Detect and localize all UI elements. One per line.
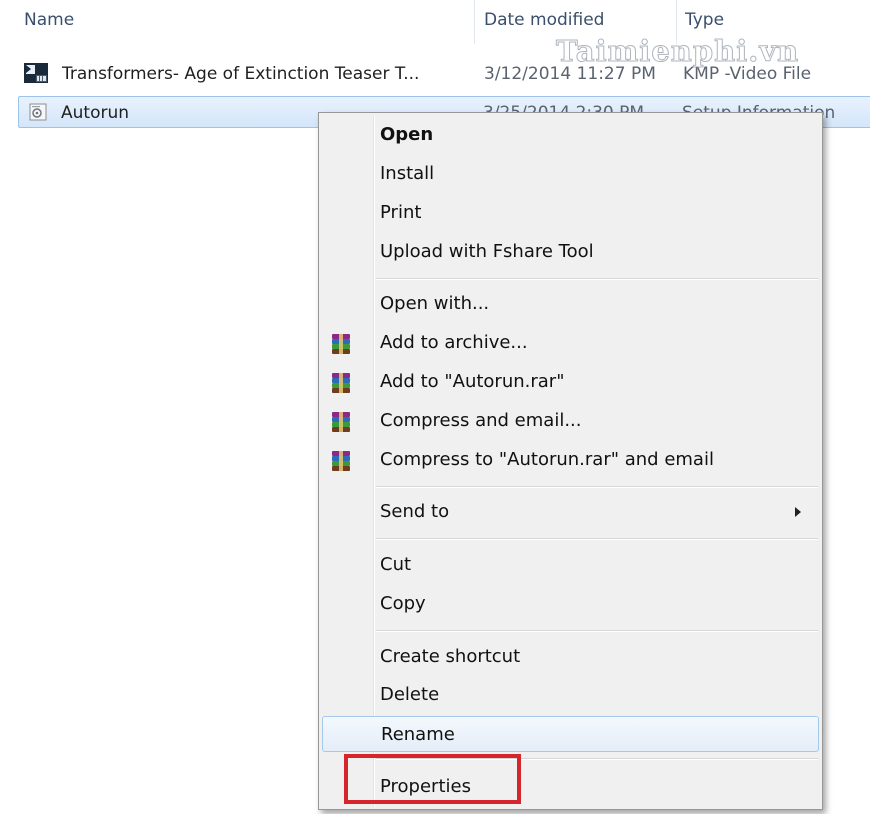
column-header-name[interactable]: Name <box>24 10 74 30</box>
file-name: Autorun <box>61 103 130 123</box>
column-header-date-modified[interactable]: Date modified <box>484 10 604 30</box>
menu-item-add-to-archive[interactable]: Add to archive... <box>322 325 819 361</box>
menu-item-copy[interactable]: Copy <box>322 586 819 622</box>
menu-item-compress-and-email[interactable]: Compress and email... <box>322 403 819 439</box>
menu-item-label: Print <box>380 202 422 223</box>
kmp-video-icon <box>24 63 48 83</box>
menu-separator <box>376 278 818 280</box>
menu-item-label: Upload with Fshare Tool <box>380 241 594 262</box>
menu-separator <box>376 538 818 540</box>
menu-item-label: Compress to "Autorun.rar" and email <box>380 449 714 470</box>
winrar-icon <box>332 373 350 393</box>
winrar-icon <box>332 451 350 471</box>
column-header-type[interactable]: Type <box>685 10 724 30</box>
menu-item-label: Rename <box>381 724 455 745</box>
menu-item-label: Install <box>380 163 435 184</box>
menu-item-label: Create shortcut <box>380 646 521 667</box>
submenu-arrow-icon <box>795 507 801 517</box>
context-menu: Open Install Print Upload with Fshare To… <box>318 112 823 810</box>
winrar-icon <box>332 334 350 354</box>
file-name: Transformers- Age of Extinction Teaser T… <box>62 64 420 84</box>
menu-item-label: Copy <box>380 593 426 614</box>
menu-item-send-to[interactable]: Send to <box>322 494 819 530</box>
menu-item-label: Open with... <box>380 293 490 314</box>
winrar-icon <box>332 412 350 432</box>
menu-item-rename[interactable]: Rename <box>322 716 819 752</box>
menu-item-compress-to-rar-and-email[interactable]: Compress to "Autorun.rar" and email <box>322 442 819 478</box>
menu-item-cut[interactable]: Cut <box>322 547 819 583</box>
setup-info-icon <box>29 103 47 121</box>
menu-separator <box>376 486 818 488</box>
menu-separator <box>376 630 818 632</box>
menu-item-label: Open <box>380 124 434 145</box>
menu-item-print[interactable]: Print <box>322 195 819 231</box>
column-divider[interactable] <box>474 0 475 44</box>
explorer-window: Name Date modified Type Transformers- Ag… <box>0 0 870 814</box>
menu-item-add-to-autorun-rar[interactable]: Add to "Autorun.rar" <box>322 364 819 400</box>
menu-item-label: Send to <box>380 501 450 522</box>
menu-item-label: Cut <box>380 554 412 575</box>
menu-item-label: Add to "Autorun.rar" <box>380 371 565 392</box>
menu-item-delete[interactable]: Delete <box>322 677 819 713</box>
menu-item-open[interactable]: Open <box>322 117 819 153</box>
properties-highlight-box <box>344 754 521 804</box>
menu-item-open-with[interactable]: Open with... <box>322 286 819 322</box>
menu-item-install[interactable]: Install <box>322 156 819 192</box>
menu-item-label: Compress and email... <box>380 410 582 431</box>
menu-item-label: Delete <box>380 684 440 705</box>
menu-item-upload-fshare[interactable]: Upload with Fshare Tool <box>322 234 819 270</box>
menu-item-label: Add to archive... <box>380 332 528 353</box>
menu-item-create-shortcut[interactable]: Create shortcut <box>322 639 819 675</box>
watermark: Taimienphi.vn <box>555 34 800 69</box>
